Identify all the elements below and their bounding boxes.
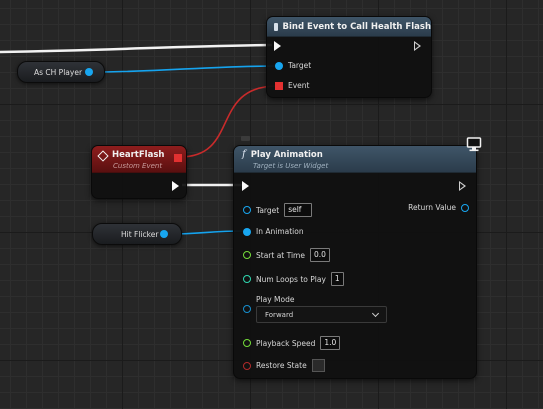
return-value-label: Return Value (408, 203, 456, 212)
hit-flicker-variable-node[interactable]: Hit Flicker (92, 223, 182, 245)
start-at-time-pin-row[interactable]: Start at Time 0.0 (243, 248, 330, 262)
play-mode-pin-row[interactable] (243, 305, 251, 313)
start-at-time-pin[interactable] (243, 251, 251, 259)
playback-speed-pin[interactable] (243, 339, 251, 347)
num-loops-label: Num Loops to Play (256, 274, 326, 284)
play-target-pin-row[interactable]: Target self (243, 203, 313, 217)
event-dispatch-icon (274, 22, 278, 31)
return-value-pin-row[interactable]: Return Value (408, 203, 469, 212)
play-mode-dropdown[interactable]: Forward (256, 306, 387, 323)
playback-speed-value[interactable]: 1.0 (320, 336, 341, 350)
playback-speed-pin-row[interactable]: Playback Speed 1.0 (243, 336, 341, 350)
heartflash-exec-out-pin[interactable] (172, 181, 179, 191)
bind-exec-in-pin[interactable] (274, 41, 281, 51)
play-animation-node[interactable]: f Play Animation Target is User Widget T… (233, 137, 482, 379)
restore-state-pin[interactable] (243, 361, 251, 370)
hit-flicker-label: Hit Flicker (121, 229, 159, 239)
start-at-time-value[interactable]: 0.0 (309, 248, 330, 262)
num-loops-value[interactable]: 1 (330, 272, 344, 286)
play-exec-in-pin[interactable] (242, 181, 249, 191)
bind-event-node[interactable]: Bind Event to Call Health Flash Target E… (266, 16, 432, 98)
playback-speed-label: Playback Speed (256, 338, 316, 348)
chevron-down-icon (371, 309, 380, 317)
heartflash-event-node[interactable]: HeartFlash Custom Event (91, 145, 187, 199)
heartflash-subtitle: Custom Event (113, 162, 163, 170)
bind-event-title: Bind Event to Call Health Flash (282, 21, 431, 32)
in-animation-label: In Animation (256, 227, 304, 236)
num-loops-pin-row[interactable]: Num Loops to Play 1 (243, 272, 344, 286)
event-diamond-icon (97, 150, 109, 162)
restore-state-checkbox[interactable] (311, 359, 325, 372)
play-target-value[interactable]: self (284, 203, 313, 217)
num-loops-pin[interactable] (243, 275, 251, 283)
restore-state-label: Restore State (256, 361, 307, 370)
play-animation-header[interactable]: f Play Animation Target is User Widget (234, 146, 476, 173)
as-player-variable-node[interactable]: As CH Player (17, 61, 105, 83)
monitor-icon (466, 137, 482, 152)
exec-wire-bind (0, 43, 273, 54)
play-exec-out-pin[interactable] (459, 181, 466, 191)
play-mode-pin[interactable] (243, 305, 251, 313)
bind-target-pin-row[interactable]: Target (275, 61, 311, 70)
bind-event-header[interactable]: Bind Event to Call Health Flash (267, 17, 431, 37)
bind-event-label: Event (288, 81, 310, 90)
as-player-output-pin[interactable] (85, 68, 93, 76)
in-animation-pin-row[interactable]: In Animation (243, 227, 304, 236)
play-target-pin[interactable] (243, 206, 251, 214)
bind-event-pin[interactable] (275, 81, 283, 90)
bind-exec-out-pin[interactable] (414, 41, 421, 51)
play-animation-subtitle: Target is User Widget (253, 162, 329, 170)
bind-target-pin[interactable] (275, 61, 283, 70)
bind-event-pin-row[interactable]: Event (275, 81, 310, 90)
object-wire-target (91, 65, 278, 73)
as-player-label: As CH Player (34, 67, 83, 77)
hit-flicker-output-pin[interactable] (160, 230, 168, 238)
play-animation-title: Play Animation (250, 150, 323, 160)
restore-state-pin-row[interactable]: Restore State (243, 359, 325, 372)
bind-target-label: Target (288, 61, 312, 70)
node-comment-handle[interactable] (241, 136, 250, 141)
play-mode-label: Play Mode (256, 295, 295, 304)
in-animation-pin[interactable] (243, 227, 251, 236)
return-value-pin[interactable] (461, 203, 469, 212)
play-target-label: Target (256, 205, 280, 215)
play-mode-value: Forward (265, 310, 294, 319)
heartflash-delegate-pin[interactable] (174, 154, 182, 162)
start-at-time-label: Start at Time (256, 250, 305, 260)
function-icon: f (242, 149, 246, 160)
heartflash-header[interactable]: HeartFlash Custom Event (92, 146, 186, 173)
heartflash-title: HeartFlash (112, 150, 165, 160)
